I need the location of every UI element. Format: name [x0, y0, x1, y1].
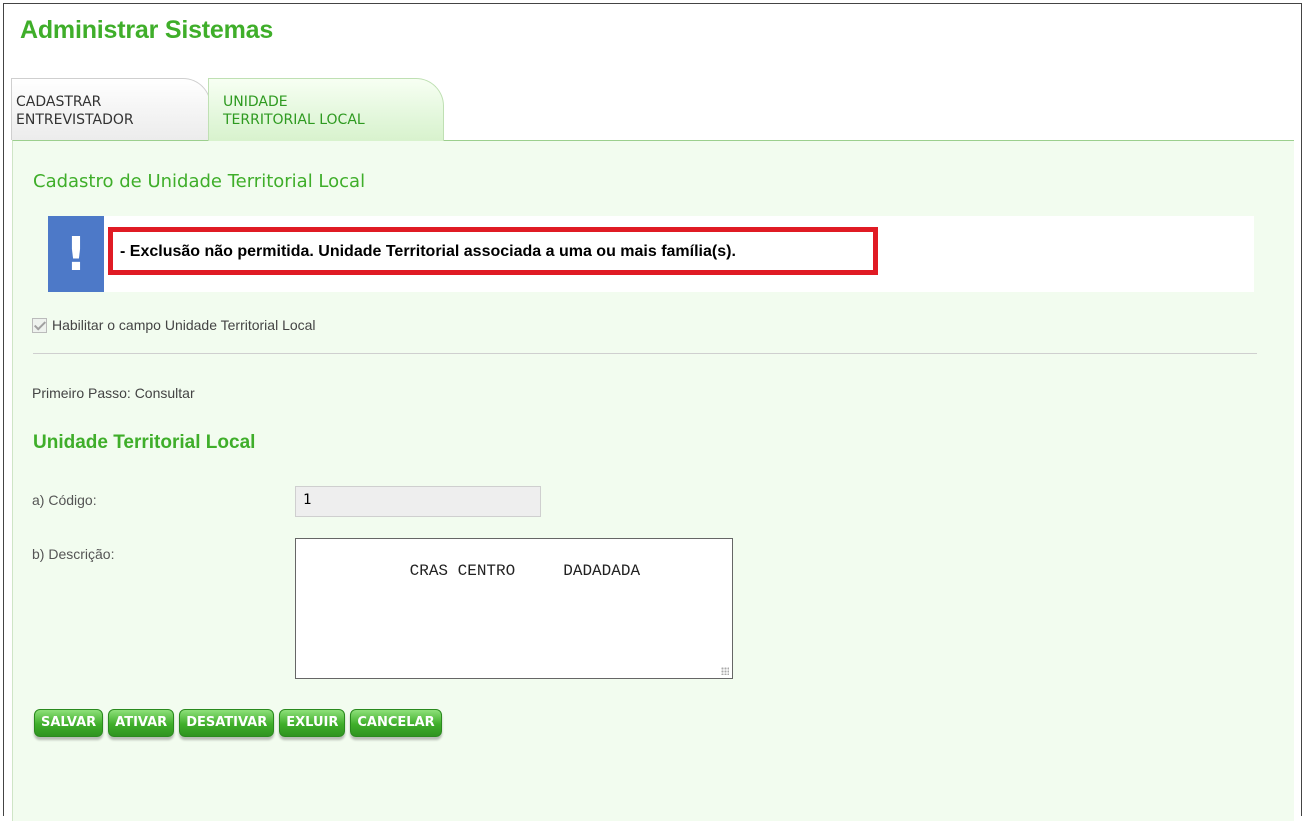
alert-icon-bar: ! — [48, 216, 104, 292]
step-text: Primeiro Passo: Consultar — [32, 385, 195, 401]
descricao-text: CRAS CENTRO DADADADA — [361, 562, 641, 580]
action-buttons: SALVAR ATIVAR DESATIVAR EXLUIR CANCELAR — [34, 709, 442, 737]
cancelar-button[interactable]: CANCELAR — [350, 709, 442, 737]
resize-grip-icon[interactable] — [721, 667, 729, 675]
tab-cadastrar-entrevistador[interactable]: CADASTRAR ENTREVISTADOR — [11, 78, 211, 140]
form-title: Unidade Territorial Local — [33, 432, 256, 453]
divider — [33, 353, 1257, 354]
desativar-button[interactable]: DESATIVAR — [179, 709, 275, 737]
app-frame: Administrar Sistemas CADASTRAR ENTREVIST… — [3, 3, 1302, 821]
tab-panel: Cadastro de Unidade Territorial Local ! … — [12, 140, 1294, 821]
section-title: Cadastro de Unidade Territorial Local — [33, 171, 366, 192]
excluir-button[interactable]: EXLUIR — [279, 709, 346, 737]
descricao-textarea[interactable]: CRAS CENTRO DADADADA — [295, 538, 733, 679]
alert-message: - Exclusão não permitida. Unidade Territ… — [108, 227, 878, 275]
enable-field-label: Habilitar o campo Unidade Territorial Lo… — [52, 317, 316, 333]
salvar-button[interactable]: SALVAR — [34, 709, 104, 737]
codigo-input[interactable]: 1 — [295, 486, 541, 517]
page-title: Administrar Sistemas — [20, 16, 274, 44]
ativar-button[interactable]: ATIVAR — [108, 709, 175, 737]
descricao-label: b) Descrição: — [32, 546, 115, 562]
codigo-label: a) Código: — [32, 492, 97, 508]
tab-unidade-territorial-local[interactable]: UNIDADE TERRITORIAL LOCAL — [208, 78, 444, 141]
alert-box: ! - Exclusão não permitida. Unidade Terr… — [48, 216, 1254, 292]
enable-field-checkbox[interactable] — [32, 317, 47, 333]
enable-field-row: Habilitar o campo Unidade Territorial Lo… — [32, 317, 316, 333]
exclamation-icon: ! — [65, 227, 87, 281]
